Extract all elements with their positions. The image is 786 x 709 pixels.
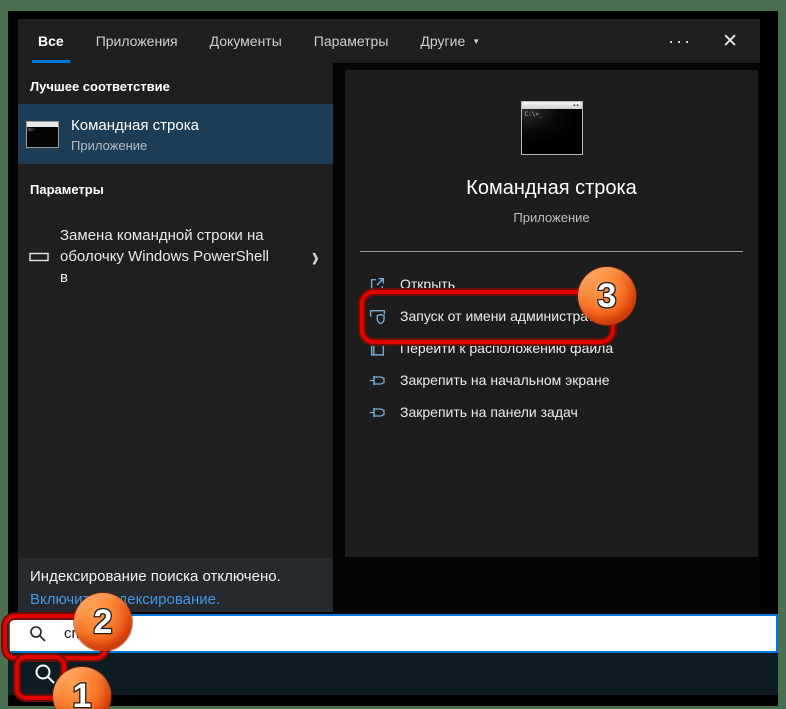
action-pin-to-taskbar[interactable]: Закрепить на панели задач <box>345 396 758 428</box>
tabbar-controls: ··· ✕ <box>668 30 760 53</box>
preview-panel: ▪▪ C:\>_ Командная строка Приложение Отк… <box>345 70 758 557</box>
tab-settings-label: Параметры <box>313 33 389 49</box>
tab-apps[interactable]: Приложения <box>96 19 178 63</box>
cmd-app-icon-large: ▪▪ C:\>_ <box>520 101 583 155</box>
tab-documents[interactable]: Документы <box>210 19 282 63</box>
settings-result-label: Замена командной строки на оболочку Wind… <box>60 225 278 288</box>
pin-icon <box>368 371 387 390</box>
context-actions: Открыть Запуск от имени администратора П… <box>345 268 758 428</box>
indexing-status-strip: Индексирование поиска отключено. Включит… <box>18 558 333 612</box>
action-open-file-location-label: Перейти к расположению файла <box>400 340 614 356</box>
chevron-down-icon: ▼ <box>472 36 481 46</box>
preview-title: Командная строка <box>466 177 637 199</box>
action-run-as-admin[interactable]: Запуск от имени администратора <box>345 300 758 332</box>
settings-result-line2: оболочку Windows PowerShell в <box>60 248 269 286</box>
search-input[interactable] <box>62 624 706 643</box>
best-match-title: Командная строка <box>71 116 199 134</box>
tab-more-label: Другие <box>420 33 466 49</box>
action-open-label: Открыть <box>400 276 455 292</box>
admin-shield-icon <box>368 307 387 326</box>
search-bar <box>8 614 778 653</box>
ellipsis-menu-icon[interactable]: ··· <box>668 31 692 52</box>
action-pin-to-start-label: Закрепить на начальном экране <box>400 372 610 388</box>
tab-all[interactable]: Все <box>32 19 70 63</box>
search-flyout-window: Все Приложения Документы Параметры Други… <box>18 19 760 612</box>
chevron-right-icon: › <box>311 238 319 273</box>
open-icon <box>368 275 387 294</box>
cmd-app-icon <box>26 120 59 148</box>
search-icon <box>35 664 55 684</box>
search-filter-tabbar: Все Приложения Документы Параметры Други… <box>18 19 760 63</box>
close-icon[interactable]: ✕ <box>722 30 738 53</box>
pin-icon <box>368 403 387 422</box>
best-match-header: Лучшее соответствие <box>30 79 170 94</box>
tab-all-label: Все <box>38 33 64 49</box>
tab-settings[interactable]: Параметры <box>314 19 389 63</box>
indexing-status-text: Индексирование поиска отключено. <box>30 568 281 585</box>
screenshot-stage: Все Приложения Документы Параметры Други… <box>0 0 786 709</box>
action-open[interactable]: Открыть <box>345 268 758 300</box>
settings-window-icon <box>28 249 50 265</box>
enable-indexing-link[interactable]: Включите индексирование. <box>30 588 333 612</box>
preview-subtitle: Приложение <box>513 210 590 225</box>
tab-documents-label: Документы <box>209 33 282 49</box>
tab-more[interactable]: Другие ▼ <box>420 19 480 63</box>
action-run-as-admin-label: Запуск от имени администратора <box>400 308 618 324</box>
taskbar <box>8 653 778 695</box>
action-pin-to-taskbar-label: Закрепить на панели задач <box>400 404 578 420</box>
best-match-subtitle: Приложение <box>71 137 148 153</box>
file-location-icon <box>368 339 387 358</box>
action-pin-to-start[interactable]: Закрепить на начальном экране <box>345 364 758 396</box>
taskbar-search-button[interactable] <box>25 657 65 691</box>
cmd-icon-prompt-text: C:\>_ <box>524 111 543 118</box>
settings-result-replace-cmd-powershell[interactable]: Замена командной строки на оболочку Wind… <box>18 217 333 296</box>
settings-result-line1: Замена командной строки на <box>60 227 264 244</box>
action-open-file-location[interactable]: Перейти к расположению файла <box>345 332 758 364</box>
preview-divider <box>360 251 743 252</box>
settings-results-header: Параметры <box>30 182 104 197</box>
tab-apps-label: Приложения <box>95 33 178 49</box>
best-match-texts: Командная строка Приложение <box>71 116 199 153</box>
best-match-result-cmd[interactable]: Командная строка Приложение <box>18 104 333 164</box>
search-icon <box>29 625 47 643</box>
results-panel: Лучшее соответствие Командная строка При… <box>18 63 333 558</box>
